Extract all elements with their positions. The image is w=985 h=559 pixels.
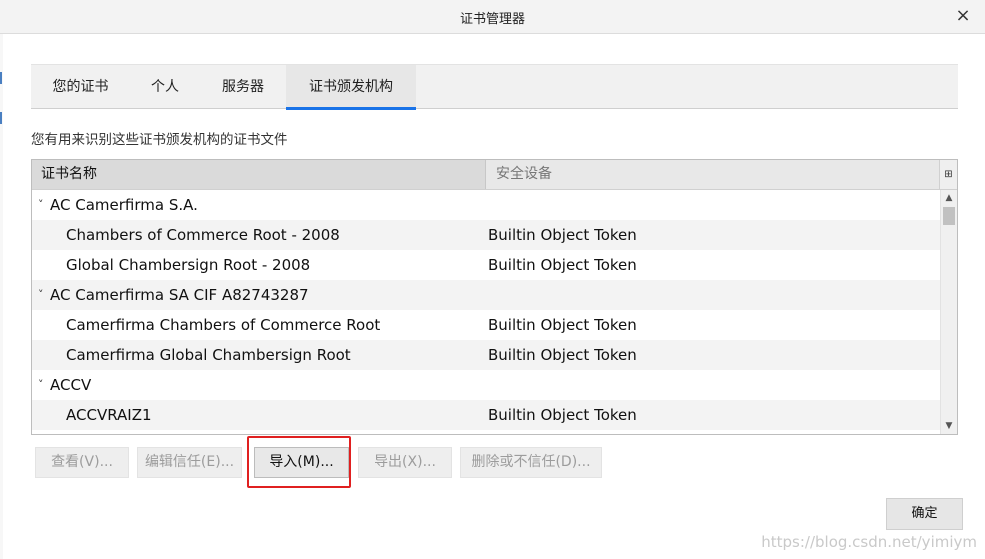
tree-row-name: Chambers of Commerce Root - 2008 [66,226,340,244]
chevron-down-icon[interactable]: ˅ [38,280,48,310]
tree-header: 证书名称 安全设备 ⊞ [32,160,957,190]
tree-row-name: Camerfirma Chambers of Commerce Root [66,316,381,334]
scrollbar-thumb[interactable] [943,207,955,225]
chevron-down-icon[interactable]: ˅ [38,190,48,220]
view-button[interactable]: 查看(V)... [35,447,129,478]
background-edge [0,34,3,559]
export-button[interactable]: 导出(X)... [358,447,452,478]
tree-row-device: Builtin Object Token [488,346,637,364]
delete-distrust-button[interactable]: 删除或不信任(D)... [460,447,602,478]
ok-button[interactable]: 确定 [886,498,963,530]
certificate-tree[interactable]: 证书名称 安全设备 ⊞ ˅ AC Camerfirma S.A. Chamber… [31,159,958,435]
tree-row[interactable]: Global Chambersign Root - 2008 Builtin O… [32,250,940,280]
tree-row-name: ACCVRAIZ1 [66,406,152,424]
edit-trust-button[interactable]: 编辑信任(E)... [137,447,242,478]
tree-row-name: Camerfirma Global Chambersign Root [66,346,351,364]
tab-people[interactable]: 个人 [130,65,200,109]
watermark: https://blog.csdn.net/yimiym [761,533,977,551]
import-highlight-box [247,436,351,488]
tree-row-group[interactable]: ˅ AC Camerfirma SA CIF A82743287 [32,280,940,310]
column-picker-icon[interactable]: ⊞ [939,160,957,189]
tree-rows: ˅ AC Camerfirma S.A. Chambers of Commerc… [32,190,940,434]
vertical-scrollbar[interactable]: ▲ ▼ [940,190,957,434]
description-text: 您有用来识别这些证书颁发机构的证书文件 [31,132,288,148]
tree-row-device: Builtin Object Token [488,316,637,334]
window-title: 证书管理器 [459,12,525,27]
title-bar: 证书管理器 × [0,0,985,34]
column-header-name[interactable]: 证书名称 [32,160,486,189]
tree-row-name: Global Chambersign Root - 2008 [66,256,311,274]
background-edge-mark [0,112,2,124]
tree-row-device: Builtin Object Token [488,406,637,424]
tree-row[interactable]: Camerfirma Chambers of Commerce Root Bui… [32,310,940,340]
tree-row-name: ACCV [50,376,92,394]
tab-servers[interactable]: 服务器 [200,65,286,109]
tab-authorities[interactable]: 证书颁发机构 [286,65,416,110]
column-header-device[interactable]: 安全设备 [487,160,939,189]
tree-row-device: Builtin Object Token [488,256,637,274]
tree-row-group[interactable]: ˅ ACCV [32,370,940,400]
scroll-down-icon[interactable]: ▼ [941,418,957,434]
tab-your-certificates[interactable]: 您的证书 [31,65,130,109]
tree-row[interactable]: Camerfirma Global Chambersign Root Built… [32,340,940,370]
tab-bar: 您的证书 个人 服务器 证书颁发机构 [31,64,958,110]
scroll-up-icon[interactable]: ▲ [941,190,957,206]
tree-row-name: AC Camerfirma SA CIF A82743287 [50,286,309,304]
close-icon[interactable]: × [953,6,973,26]
tree-row[interactable]: ACCVRAIZ1 Builtin Object Token [32,400,940,430]
tree-row-group[interactable]: ˅ AC Camerfirma S.A. [32,190,940,220]
chevron-down-icon[interactable]: ˅ [38,370,48,400]
tree-row-device: Builtin Object Token [488,226,637,244]
tree-row[interactable]: Chambers of Commerce Root - 2008 Builtin… [32,220,940,250]
tree-row-name: AC Camerfirma S.A. [50,196,198,214]
background-edge-mark [0,72,2,84]
